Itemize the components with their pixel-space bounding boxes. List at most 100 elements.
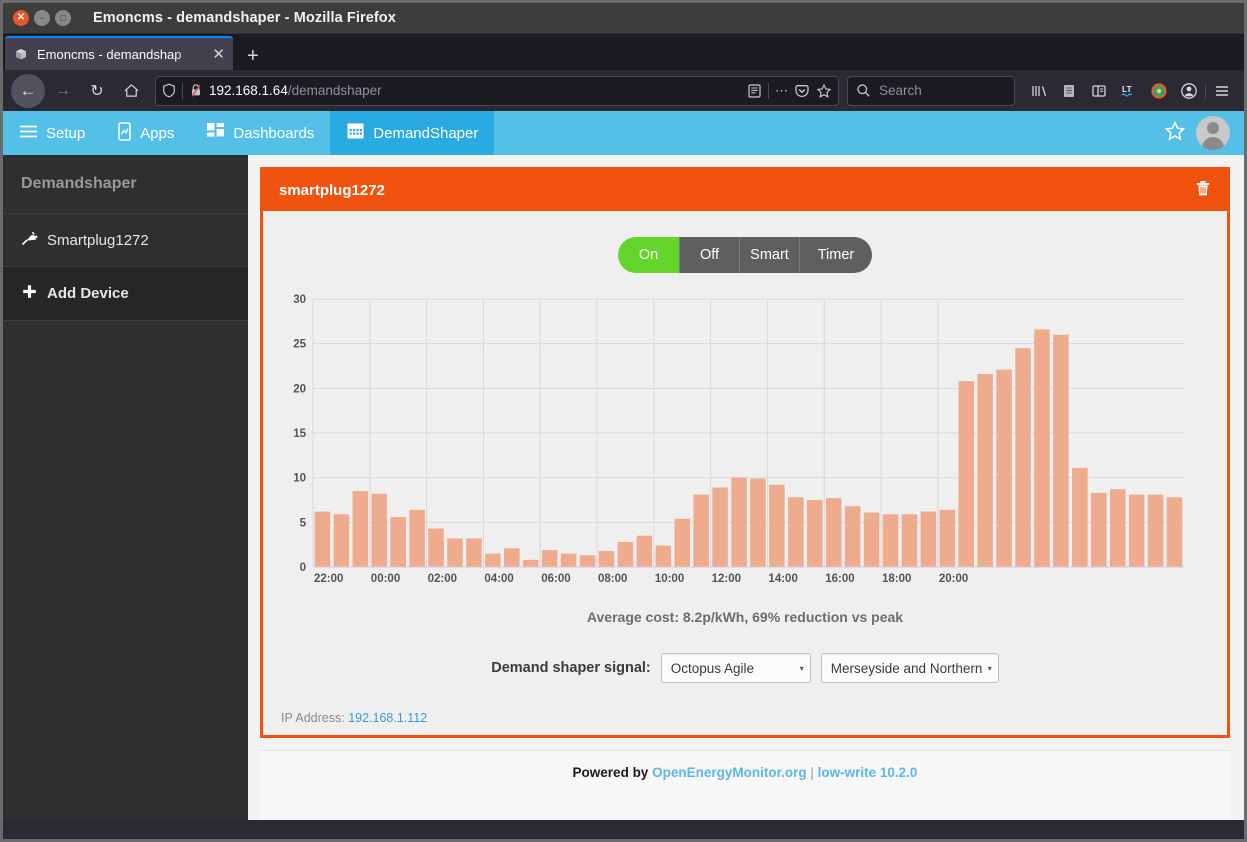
toolbar-icons: LT: [1025, 77, 1236, 105]
avatar[interactable]: [1196, 116, 1230, 150]
svg-text:5: 5: [300, 517, 307, 529]
firefox-window: ✕ − □ Emoncms - demandshaper - Mozilla F…: [0, 0, 1247, 842]
reader-mode-icon[interactable]: [747, 83, 762, 99]
footer-link[interactable]: OpenEnergyMonitor.org: [652, 765, 807, 780]
nav-item-demandshaper[interactable]: DemandShaper: [330, 111, 495, 155]
urlbar-divider-2: [768, 82, 769, 99]
maximize-glyph: □: [60, 12, 66, 23]
svg-text:08:00: 08:00: [598, 573, 627, 585]
sidebar-item-smartplug1272[interactable]: Smartplug1272: [3, 214, 248, 267]
library-icon[interactable]: [1025, 77, 1053, 105]
sidebar-title: Demandshaper: [3, 155, 248, 214]
svg-text:06:00: 06:00: [541, 573, 570, 585]
window-title: Emoncms - demandshaper - Mozilla Firefox: [93, 10, 396, 26]
nav-right-group: [1164, 111, 1244, 155]
app-menu-icon[interactable]: [1208, 77, 1236, 105]
region-select-value: Merseyside and Northern: [830, 660, 983, 676]
svg-text:16:00: 16:00: [825, 573, 854, 585]
region-select[interactable]: Merseyside and Northern ▾: [820, 653, 999, 683]
minimize-glyph: −: [39, 12, 45, 23]
extension-globe-icon[interactable]: [1145, 77, 1173, 105]
nav-item-demandshaper-label: DemandShaper: [373, 124, 479, 142]
pocket-icon[interactable]: [794, 83, 810, 99]
forward-button[interactable]: →: [47, 76, 79, 106]
chevron-down-icon: ▾: [799, 663, 804, 673]
svg-text:LT: LT: [1122, 84, 1133, 94]
tab-close-icon[interactable]: ✕: [212, 47, 225, 62]
mode-button-smart[interactable]: Smart: [740, 237, 800, 273]
window-maximize-button[interactable]: □: [55, 10, 71, 26]
svg-text:02:00: 02:00: [428, 573, 457, 585]
svg-text:18:00: 18:00: [882, 573, 911, 585]
hamburger-icon: [19, 124, 38, 143]
window-close-button[interactable]: ✕: [13, 10, 29, 26]
window-titlebar: ✕ − □ Emoncms - demandshaper - Mozilla F…: [3, 3, 1244, 34]
nav-item-apps-label: Apps: [140, 124, 175, 142]
save-to-pocket-icon[interactable]: [1055, 77, 1083, 105]
nav-item-apps[interactable]: Apps: [101, 111, 190, 155]
svg-text:30: 30: [293, 294, 306, 306]
svg-text:00:00: 00:00: [371, 573, 400, 585]
browser-tabstrip: Emoncms - demandshap ✕ +: [3, 34, 1244, 70]
search-placeholder: Search: [879, 83, 922, 98]
mode-buttons: On Off Smart Timer: [618, 237, 872, 273]
nav-item-setup-label: Setup: [46, 124, 86, 142]
footer-prefix: Powered by: [572, 765, 649, 780]
url-path: /demandshaper: [287, 83, 382, 98]
nav-star-icon[interactable]: [1164, 120, 1186, 147]
sidebar-toggle-icon[interactable]: [1085, 77, 1113, 105]
url-bar[interactable]: 192.168.1.64/demandshaper ⋯: [155, 75, 839, 106]
window-minimize-button[interactable]: −: [34, 10, 50, 26]
shield-icon[interactable]: [162, 83, 176, 98]
lock-crossed-icon[interactable]: [189, 83, 203, 98]
app-chart-icon: [117, 121, 132, 145]
power-bar-chart[interactable]: 0 5 10 15 20 25 30 22:00 00:00 02:00 04:00 06:00 08:…: [277, 289, 1213, 591]
window-controls: ✕ − □: [13, 10, 71, 26]
sidebar-item-label: Add Device: [47, 285, 129, 302]
svg-text:20:00: 20:00: [939, 573, 968, 585]
svg-text:25: 25: [293, 339, 306, 351]
sidebar-item-add-device[interactable]: Add Device: [3, 267, 248, 321]
new-tab-button[interactable]: +: [247, 46, 259, 66]
tab-favicon-icon: [13, 46, 29, 62]
card-header: smartplug1272: [263, 170, 1227, 211]
svg-text:15: 15: [293, 428, 306, 440]
browser-tab[interactable]: Emoncms - demandshap ✕: [5, 36, 233, 70]
reload-button[interactable]: ↻: [81, 76, 113, 106]
languagetool-icon[interactable]: LT: [1115, 77, 1143, 105]
svg-text:22:00: 22:00: [314, 573, 343, 585]
sidebar-item-label: Smartplug1272: [47, 231, 149, 249]
sidebar: Demandshaper Smartplug1272 Add Device: [3, 155, 248, 820]
mode-button-timer[interactable]: Timer: [800, 237, 872, 273]
mode-button-group: On Off Smart Timer: [277, 237, 1213, 273]
svg-text:04:00: 04:00: [484, 573, 513, 585]
svg-text:0: 0: [300, 562, 306, 574]
footer-version[interactable]: low-write 10.2.0: [818, 765, 918, 780]
browser-navbar: ← → ↻ 192.168.1.64/demandshaper ⋯ Search…: [3, 70, 1244, 111]
trash-icon[interactable]: [1195, 180, 1211, 202]
svg-text:12:00: 12:00: [712, 573, 741, 585]
grid-blocks-icon: [206, 122, 225, 144]
page-actions-icon[interactable]: ⋯: [775, 83, 788, 99]
mode-button-on[interactable]: On: [618, 237, 680, 273]
back-button[interactable]: ←: [11, 73, 45, 108]
page-footer: Powered by OpenEnergyMonitor.org | low-w…: [260, 750, 1230, 820]
tariff-select[interactable]: Octopus Agile ▾: [660, 653, 811, 683]
ip-address-line: IP Address: 192.168.1.112: [277, 711, 1213, 725]
bookmark-star-icon[interactable]: [816, 83, 832, 99]
nav-item-dashboards[interactable]: Dashboards: [190, 111, 330, 155]
card-title: smartplug1272: [279, 182, 385, 199]
account-icon[interactable]: [1175, 77, 1203, 105]
ip-address-value[interactable]: 192.168.1.112: [348, 711, 427, 725]
signal-label: Demand shaper signal:: [491, 660, 651, 676]
urlbar-divider: [182, 82, 183, 99]
svg-text:10:00: 10:00: [655, 573, 684, 585]
nav-item-setup[interactable]: Setup: [3, 111, 101, 155]
search-bar[interactable]: Search: [847, 75, 1015, 106]
page-body: Demandshaper Smartplug1272 Add Device sm…: [3, 155, 1244, 820]
home-button[interactable]: [115, 76, 147, 106]
nav-item-dashboards-label: Dashboards: [233, 124, 315, 142]
toolbar-divider: [1205, 82, 1206, 99]
mode-button-off[interactable]: Off: [680, 237, 740, 273]
